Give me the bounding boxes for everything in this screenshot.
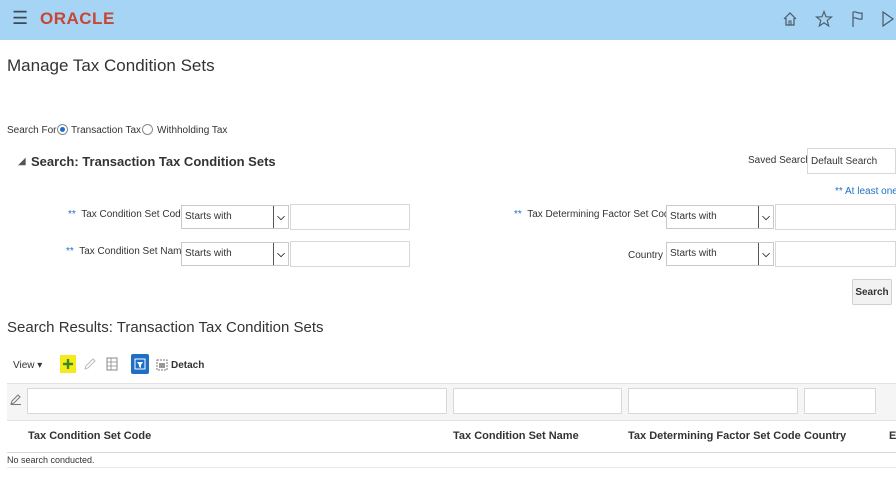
column-header-name[interactable]: Tax Condition Set Name bbox=[453, 430, 579, 442]
star-icon[interactable] bbox=[814, 8, 834, 30]
header-divider bbox=[7, 452, 896, 453]
edit-icon[interactable] bbox=[83, 357, 97, 376]
column-header-code[interactable]: Tax Condition Set Code bbox=[28, 430, 151, 442]
code-field-label: ** Tax Condition Set Code bbox=[68, 209, 186, 220]
detach-icon[interactable] bbox=[156, 358, 168, 376]
factor-label-text: Tax Determining Factor Set Code bbox=[527, 209, 676, 220]
notification-icon[interactable] bbox=[878, 8, 896, 30]
filter-code-input[interactable] bbox=[27, 388, 447, 414]
transaction-tax-label: Transaction Tax bbox=[71, 125, 142, 136]
filter-country-input[interactable] bbox=[804, 388, 876, 414]
required-marker: ** bbox=[514, 209, 522, 220]
chevron-down-icon[interactable]: ⌵ bbox=[758, 206, 773, 228]
collapse-triangle-icon[interactable]: ◢ bbox=[18, 156, 26, 167]
required-marker: ** bbox=[66, 246, 74, 257]
code-operator-select[interactable]: Starts with ⌵ bbox=[181, 205, 289, 229]
transaction-tax-radio[interactable] bbox=[57, 124, 68, 135]
name-operator-select[interactable]: Starts with ⌵ bbox=[181, 242, 289, 266]
name-input[interactable] bbox=[290, 241, 410, 267]
factor-operator-value: Starts with bbox=[670, 211, 717, 222]
saved-search-select[interactable]: Default Search bbox=[807, 148, 896, 174]
withholding-tax-radio[interactable] bbox=[142, 124, 153, 135]
filter-factor-input[interactable] bbox=[628, 388, 798, 414]
search-section-title: Search: Transaction Tax Condition Sets bbox=[31, 154, 276, 169]
home-icon[interactable] bbox=[780, 8, 800, 30]
search-for-label: Search For bbox=[7, 125, 57, 136]
factor-input[interactable] bbox=[775, 204, 896, 230]
search-button[interactable]: Search bbox=[852, 279, 892, 305]
code-input[interactable] bbox=[290, 204, 410, 230]
column-header-country[interactable]: Country bbox=[804, 430, 846, 442]
empty-message: No search conducted. bbox=[7, 455, 95, 465]
country-operator-select[interactable]: Starts with ⌵ bbox=[666, 242, 774, 266]
table-bottom-divider bbox=[7, 467, 896, 468]
filter-name-input[interactable] bbox=[453, 388, 622, 414]
freeze-icon[interactable] bbox=[105, 356, 119, 377]
page-title: Manage Tax Condition Sets bbox=[7, 56, 215, 75]
code-label-text: Tax Condition Set Code bbox=[81, 209, 187, 220]
factor-operator-select[interactable]: Starts with ⌵ bbox=[666, 205, 774, 229]
column-header-more[interactable]: E bbox=[889, 430, 896, 442]
factor-field-label: ** Tax Determining Factor Set Code bbox=[514, 209, 675, 220]
flag-icon[interactable] bbox=[848, 8, 868, 30]
oracle-logo: ORACLE bbox=[40, 9, 115, 28]
query-by-example-icon[interactable] bbox=[131, 354, 149, 374]
saved-search-value: Default Search bbox=[811, 156, 878, 167]
withholding-tax-label: Withholding Tax bbox=[157, 125, 228, 136]
chevron-down-icon[interactable]: ⌵ bbox=[273, 206, 288, 228]
results-title: Search Results: Transaction Tax Conditio… bbox=[7, 319, 324, 336]
view-menu[interactable]: View ▾ bbox=[13, 360, 42, 371]
detach-button[interactable]: Detach bbox=[171, 360, 204, 371]
chevron-down-icon[interactable]: ⌵ bbox=[273, 243, 288, 265]
name-field-label: ** Tax Condition Set Name bbox=[66, 246, 187, 257]
filter-edit-icon[interactable] bbox=[10, 392, 22, 410]
name-label-text: Tax Condition Set Name bbox=[79, 246, 188, 257]
add-icon[interactable] bbox=[60, 355, 76, 373]
code-operator-value: Starts with bbox=[185, 211, 232, 222]
country-operator-value: Starts with bbox=[670, 248, 717, 259]
required-hint: ** At least one is bbox=[835, 186, 896, 197]
saved-search-label: Saved Search bbox=[748, 155, 811, 166]
top-bar: ☰ ORACLE bbox=[0, 0, 896, 40]
name-operator-value: Starts with bbox=[185, 248, 232, 259]
menu-icon[interactable]: ☰ bbox=[12, 8, 28, 28]
required-marker: ** bbox=[68, 209, 76, 220]
chevron-down-icon[interactable]: ⌵ bbox=[758, 243, 773, 265]
column-header-factor[interactable]: Tax Determining Factor Set Code bbox=[628, 430, 801, 442]
country-label: Country bbox=[628, 250, 664, 261]
country-input[interactable] bbox=[775, 241, 896, 267]
